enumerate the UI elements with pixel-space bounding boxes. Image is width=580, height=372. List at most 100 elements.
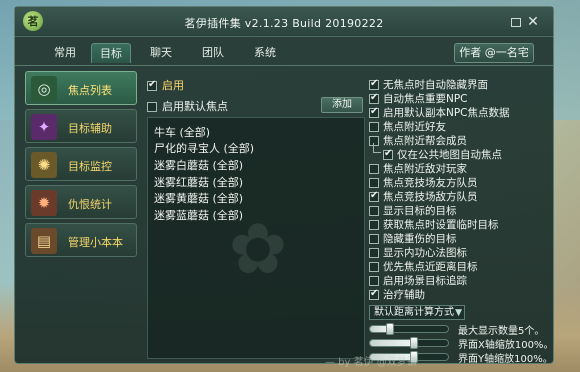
nav-item-label: 焦点列表 bbox=[68, 84, 112, 97]
option-label: 显示目标的目标 bbox=[383, 205, 457, 217]
nav-item-hatred-stats[interactable]: ✹ 仇恨统计 bbox=[25, 185, 137, 219]
option-hide-dead[interactable]: 隐藏重伤的目标 bbox=[369, 231, 457, 245]
nav-item-focus-list[interactable]: ◎ 焦点列表 bbox=[25, 71, 137, 105]
hatred-icon: ✹ bbox=[31, 190, 57, 216]
option-checkbox[interactable] bbox=[369, 234, 379, 244]
option-show-target-of-target[interactable]: 显示目标的目标 bbox=[369, 203, 457, 217]
footer-credit: — by 茗伊 @双梦镇 bbox=[325, 357, 417, 368]
nav-item-target-monitor[interactable]: ✺ 目标监控 bbox=[25, 147, 137, 181]
tab-chat[interactable]: 聊天 bbox=[141, 43, 181, 63]
tab-target[interactable]: 目标 bbox=[91, 43, 131, 63]
tab-system[interactable]: 系统 bbox=[245, 43, 285, 63]
option-checkbox[interactable] bbox=[369, 178, 379, 188]
option-nearby-enemies[interactable]: 焦点附近敌对玩家 bbox=[369, 161, 467, 175]
nav-item-label: 目标监控 bbox=[68, 160, 112, 173]
nav-item-label: 目标辅助 bbox=[68, 122, 112, 135]
bullseye-icon: ◎ bbox=[31, 76, 57, 102]
option-checkbox[interactable] bbox=[369, 122, 379, 132]
distance-method-dropdown[interactable]: 默认距离计算方式 ▼ bbox=[369, 305, 465, 320]
option-nearby-friends[interactable]: 焦点附近好友 bbox=[369, 119, 446, 133]
tab-divider bbox=[15, 65, 553, 66]
close-button[interactable]: ✕ bbox=[527, 15, 539, 29]
focus-list-panel: 启用 启用默认焦点 添加 ✿ 牛车 (全部) 尸化的寻宝人 (全部) 迷雾白蘑菇… bbox=[143, 71, 365, 361]
option-label: 焦点竞技场敌方队员 bbox=[383, 191, 478, 203]
option-auto-focus-npc[interactable]: 自动焦点重要NPC bbox=[369, 91, 468, 105]
option-checkbox[interactable] bbox=[383, 148, 393, 160]
option-public-map-only[interactable]: 仅在公共地图自动焦点 bbox=[383, 147, 502, 161]
max-count-label: 最大显示数量5个。 bbox=[458, 326, 545, 337]
option-label: 自动焦点重要NPC bbox=[383, 93, 468, 105]
list-item[interactable]: 迷雾蓝蘑菇 (全部) bbox=[154, 207, 243, 223]
option-label: 治疗辅助 bbox=[383, 289, 425, 301]
list-item[interactable]: 迷雾红蘑菇 (全部) bbox=[154, 174, 243, 190]
option-checkbox[interactable] bbox=[369, 190, 379, 202]
list-item[interactable]: 迷雾白蘑菇 (全部) bbox=[154, 157, 243, 173]
author-button[interactable]: 作者 @一名宅 bbox=[454, 43, 534, 63]
tab-bar: 常用 目标 聊天 团队 系统 作者 @一名宅 bbox=[15, 43, 553, 65]
nav-item-label: 仇恨统计 bbox=[68, 198, 112, 211]
watermark-emblem: ✿ bbox=[228, 208, 288, 290]
option-nearby-guild[interactable]: 焦点附近帮会成员 bbox=[369, 133, 467, 147]
option-checkbox[interactable] bbox=[369, 288, 379, 300]
option-dungeon-npc-data[interactable]: 启用默认副本NPC焦点数据 bbox=[369, 105, 510, 119]
option-temp-target[interactable]: 获取焦点时设置临时目标 bbox=[369, 217, 499, 231]
option-checkbox[interactable] bbox=[369, 206, 379, 216]
window-title: 茗伊插件集 v2.1.23 Build 20190222 bbox=[184, 17, 384, 30]
default-focus-label: 启用默认焦点 bbox=[162, 100, 228, 113]
default-focus-checkbox[interactable] bbox=[147, 102, 157, 112]
option-auto-hide[interactable]: 无焦点时自动隐藏界面 bbox=[369, 77, 488, 91]
restore-button[interactable] bbox=[511, 18, 521, 27]
option-label: 仅在公共地图自动焦点 bbox=[397, 149, 502, 161]
tab-team[interactable]: 团队 bbox=[193, 43, 233, 63]
slider-knob[interactable] bbox=[386, 323, 394, 335]
focus-list[interactable]: ✿ 牛车 (全部) 尸化的寻宝人 (全部) 迷雾白蘑菇 (全部) 迷雾红蘑菇 (… bbox=[147, 117, 365, 359]
list-item[interactable]: 迷雾黄蘑菇 (全部) bbox=[154, 190, 243, 206]
option-prefer-near[interactable]: 优先焦点近距离目标 bbox=[369, 259, 478, 273]
option-label: 启用场景目标追踪 bbox=[383, 275, 467, 287]
option-label: 焦点竞技场友方队员 bbox=[383, 177, 478, 189]
title-bar[interactable]: 茗 茗伊插件集 v2.1.23 Build 20190222 ✕ bbox=[15, 7, 553, 37]
add-button[interactable]: 添加 bbox=[321, 97, 363, 113]
option-checkbox[interactable] bbox=[369, 78, 379, 90]
option-checkbox[interactable] bbox=[369, 248, 379, 258]
option-scene-tracking[interactable]: 启用场景目标追踪 bbox=[369, 273, 467, 287]
scale-x-label: 界面X轴缩放100%。 bbox=[458, 340, 554, 351]
list-item[interactable]: 尸化的寻宝人 (全部) bbox=[154, 140, 254, 156]
enable-option[interactable]: 启用 bbox=[147, 77, 184, 93]
option-checkbox[interactable] bbox=[369, 106, 379, 118]
scale-x-slider[interactable] bbox=[369, 337, 449, 349]
option-checkbox[interactable] bbox=[369, 262, 379, 272]
enable-checkbox[interactable] bbox=[147, 79, 157, 91]
option-label: 无焦点时自动隐藏界面 bbox=[383, 79, 488, 91]
default-focus-option[interactable]: 启用默认焦点 bbox=[147, 98, 228, 114]
tree-connector bbox=[373, 143, 381, 153]
nav-item-notebook[interactable]: ▤ 管理小本本 bbox=[25, 223, 137, 257]
option-label: 获取焦点时设置临时目标 bbox=[383, 219, 499, 231]
monitor-icon: ✺ bbox=[31, 152, 57, 178]
slider-knob[interactable] bbox=[410, 337, 418, 349]
scale-y-label: 界面Y轴缩放100%。 bbox=[458, 354, 553, 365]
option-checkbox[interactable] bbox=[369, 220, 379, 230]
option-label: 焦点附近敌对玩家 bbox=[383, 163, 467, 175]
book-icon: ▤ bbox=[31, 228, 57, 254]
chevron-down-icon: ▼ bbox=[455, 308, 462, 318]
enable-label: 启用 bbox=[162, 79, 184, 92]
nav-item-label: 管理小本本 bbox=[68, 236, 123, 249]
option-checkbox[interactable] bbox=[369, 276, 379, 286]
option-label: 隐藏重伤的目标 bbox=[383, 233, 457, 245]
option-checkbox[interactable] bbox=[369, 164, 379, 174]
list-item[interactable]: 牛车 (全部) bbox=[154, 124, 210, 140]
option-label: 焦点附近帮会成员 bbox=[383, 135, 467, 147]
option-heal-assist[interactable]: 治疗辅助 bbox=[369, 287, 425, 301]
option-arena-allies[interactable]: 焦点竞技场友方队员 bbox=[369, 175, 478, 189]
option-label: 启用默认副本NPC焦点数据 bbox=[383, 107, 510, 119]
option-kungfu-icon[interactable]: 显示内功心法图标 bbox=[369, 245, 467, 259]
option-label: 焦点附近好友 bbox=[383, 121, 446, 133]
max-count-slider[interactable] bbox=[369, 323, 449, 335]
nav-item-target-assist[interactable]: ✦ 目标辅助 bbox=[25, 109, 137, 143]
option-arena-enemies[interactable]: 焦点竞技场敌方队员 bbox=[369, 189, 478, 203]
left-nav: ◎ 焦点列表 ✦ 目标辅助 ✺ 目标监控 ✹ 仇恨统计 ▤ 管理小本本 bbox=[25, 71, 137, 261]
option-checkbox[interactable] bbox=[369, 92, 379, 104]
dropdown-label: 默认距离计算方式 bbox=[374, 307, 454, 318]
tab-common[interactable]: 常用 bbox=[45, 43, 85, 63]
